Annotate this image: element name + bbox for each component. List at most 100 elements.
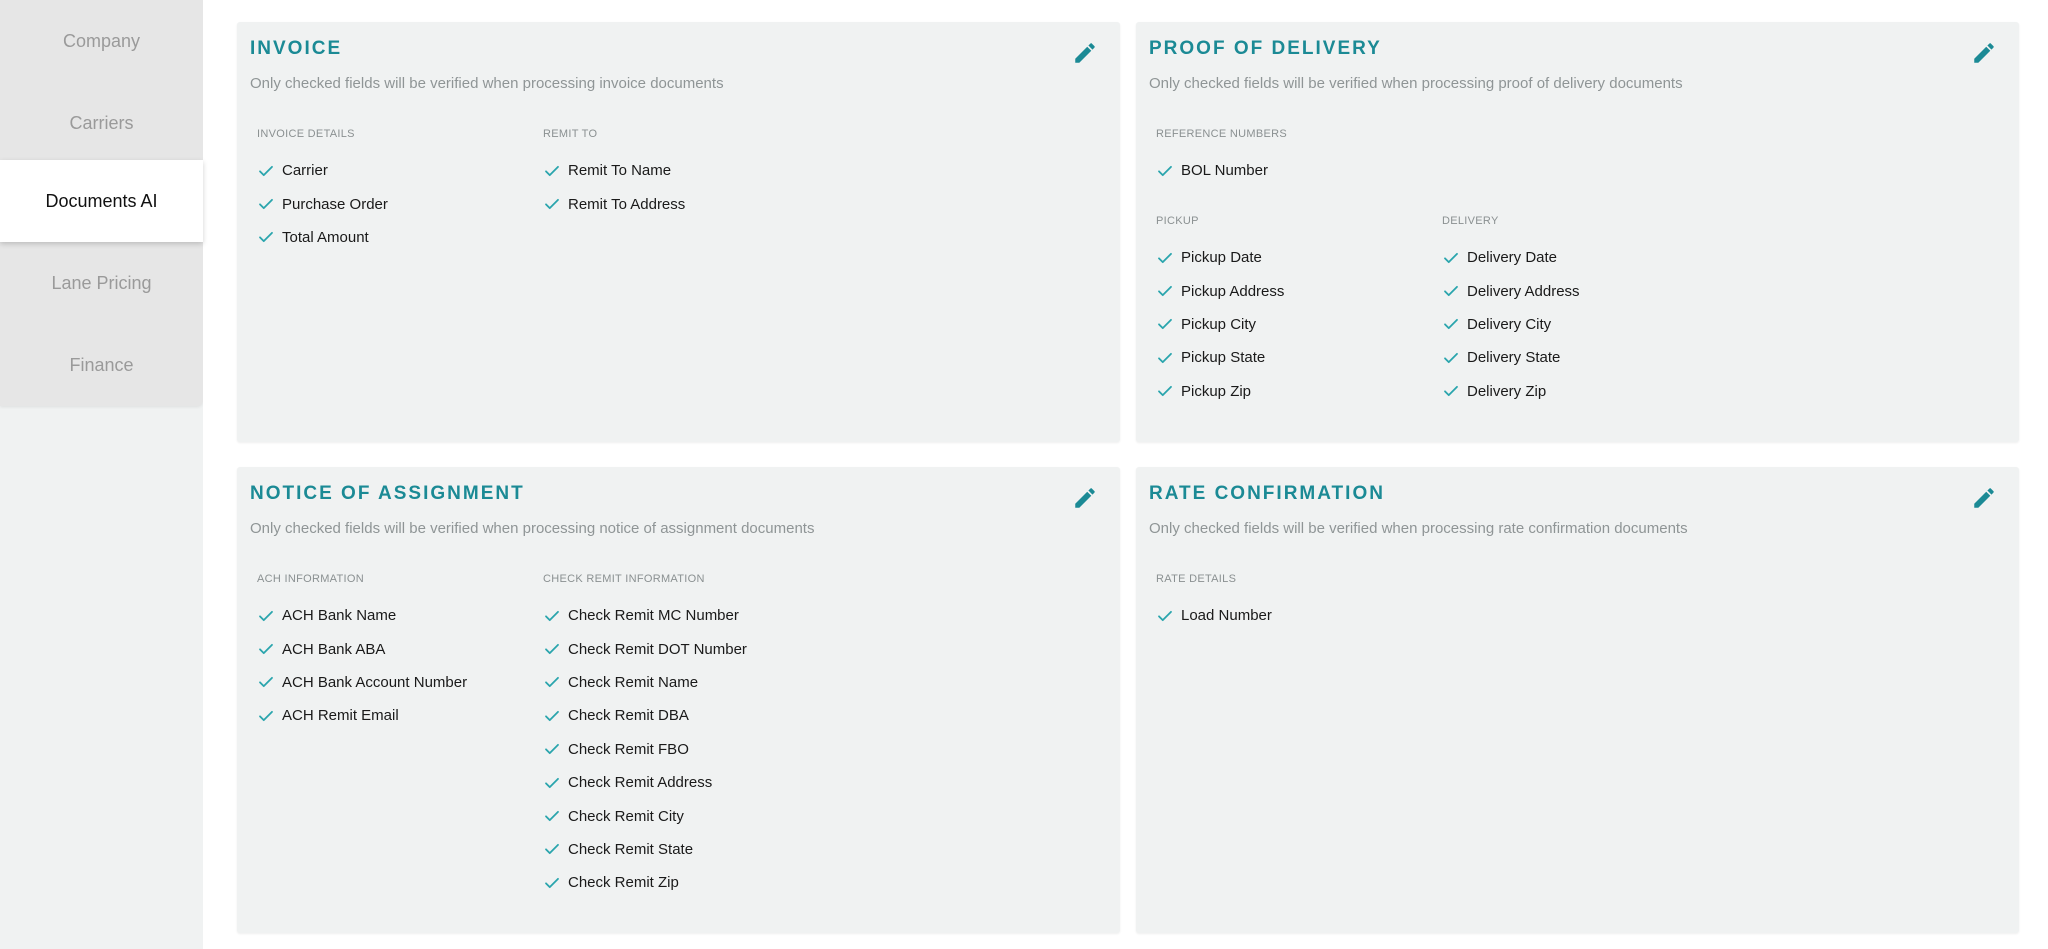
checkmark-icon bbox=[1444, 286, 1458, 297]
card-subtitle: Only checked fields will be verified whe… bbox=[250, 75, 724, 92]
checked-field: Check Remit MC Number bbox=[543, 599, 843, 632]
checkmark-icon bbox=[545, 677, 559, 688]
field-label: Remit To Address bbox=[568, 195, 686, 213]
field-label: Check Remit FBO bbox=[568, 740, 689, 758]
checkmark-icon bbox=[1158, 610, 1172, 621]
field-label: Check Remit DBA bbox=[568, 707, 689, 725]
checked-field: Total Amount bbox=[257, 221, 527, 254]
sidebar-item-lane-pricing[interactable]: Lane Pricing bbox=[0, 242, 203, 324]
checked-field: ACH Bank Name bbox=[257, 599, 527, 632]
checked-field: Delivery Address bbox=[1442, 274, 1712, 307]
field-group: DELIVERY Delivery Date Delivery Address Del… bbox=[1442, 215, 1712, 408]
field-label: Purchase Order bbox=[282, 195, 388, 213]
field-label: Check Remit City bbox=[568, 807, 684, 825]
sidebar-item-documents-ai[interactable]: Documents AI bbox=[0, 160, 203, 242]
checked-field: Check Remit Address bbox=[543, 766, 843, 799]
sidebar-item-company[interactable]: Company bbox=[0, 0, 203, 82]
field-label: Remit To Name bbox=[568, 162, 672, 180]
checkmark-icon bbox=[259, 677, 273, 688]
checked-field: Pickup State bbox=[1156, 341, 1426, 374]
field-label: Pickup State bbox=[1181, 349, 1266, 367]
pencil-icon[interactable] bbox=[1072, 485, 1098, 511]
field-group: CHECK REMIT INFORMATION Check Remit MC Nu… bbox=[543, 573, 843, 900]
card-subtitle: Only checked fields will be verified whe… bbox=[250, 520, 815, 537]
checked-field: Pickup Zip bbox=[1156, 375, 1426, 408]
pencil-icon[interactable] bbox=[1971, 40, 1997, 66]
sidebar-item-carriers[interactable]: Carriers bbox=[0, 82, 203, 164]
sidebar: Company Carriers Documents AI Lane Prici… bbox=[0, 0, 203, 406]
checkmark-icon bbox=[1158, 386, 1172, 397]
checked-field: BOL Number bbox=[1156, 154, 1426, 187]
checked-field: Remit To Address bbox=[543, 187, 813, 220]
field-group: ACH INFORMATION ACH Bank Name ACH Bank ABA… bbox=[257, 573, 527, 733]
field-label: Carrier bbox=[282, 162, 328, 180]
field-label: Pickup City bbox=[1181, 315, 1257, 333]
checked-field: Check Remit DBA bbox=[543, 699, 843, 732]
field-label: Check Remit MC Number bbox=[568, 607, 739, 625]
checkmark-icon bbox=[259, 610, 273, 621]
checked-field: Check Remit DOT Number bbox=[543, 632, 843, 665]
checked-field: Delivery City bbox=[1442, 308, 1712, 341]
field-label: Delivery Zip bbox=[1467, 382, 1547, 400]
field-label: Delivery Address bbox=[1467, 282, 1580, 300]
checked-field: Pickup Date bbox=[1156, 241, 1426, 274]
field-group: PICKUP Pickup Date Pickup Address Pickup Ci… bbox=[1156, 215, 1426, 408]
field-label: Delivery Date bbox=[1467, 249, 1558, 267]
checkmark-icon bbox=[1444, 252, 1458, 263]
checkmark-icon bbox=[545, 610, 559, 621]
field-group: REMIT TO Remit To Name Remit To Address bbox=[543, 128, 813, 221]
checkmark-icon bbox=[545, 844, 559, 855]
field-group: REFERENCE NUMBERS BOL Number bbox=[1156, 128, 1426, 187]
pencil-icon[interactable] bbox=[1072, 40, 1098, 66]
checkmark-icon bbox=[259, 232, 273, 243]
pencil-icon[interactable] bbox=[1971, 485, 1997, 511]
checkmark-icon bbox=[259, 644, 273, 655]
field-label: Check Remit DOT Number bbox=[568, 640, 747, 658]
card-title: NOTICE OF ASSIGNMENT bbox=[250, 483, 525, 504]
card-title: PROOF OF DELIVERY bbox=[1149, 38, 1382, 59]
field-label: Check Remit Zip bbox=[568, 874, 679, 892]
field-label: Pickup Address bbox=[1181, 282, 1285, 300]
group-header: ACH INFORMATION bbox=[257, 573, 364, 585]
card-subtitle: Only checked fields will be verified whe… bbox=[1149, 75, 1683, 92]
field-label: ACH Remit Email bbox=[282, 707, 399, 725]
group-header: PICKUP bbox=[1156, 215, 1199, 227]
checkmark-icon bbox=[545, 199, 559, 210]
group-header: INVOICE DETAILS bbox=[257, 128, 355, 140]
field-label: Total Amount bbox=[282, 228, 369, 246]
field-group: RATE DETAILS Load Number bbox=[1156, 573, 1426, 632]
checkmark-icon bbox=[1444, 386, 1458, 397]
field-label: Delivery State bbox=[1467, 349, 1561, 367]
field-group: INVOICE DETAILS Carrier Purchase Order Tota… bbox=[257, 128, 527, 254]
rate-confirmation-card: RATE CONFIRMATION Only checked fields wi… bbox=[1136, 467, 2019, 933]
field-label: ACH Bank Account Number bbox=[282, 673, 468, 691]
checkmark-icon bbox=[1158, 252, 1172, 263]
checked-field: ACH Bank ABA bbox=[257, 632, 527, 665]
checked-field: Delivery Zip bbox=[1442, 375, 1712, 408]
field-label: Check Remit Address bbox=[568, 774, 713, 792]
checkmark-icon bbox=[545, 877, 559, 888]
checked-field: ACH Bank Account Number bbox=[257, 666, 527, 699]
checked-field: Check Remit FBO bbox=[543, 733, 843, 766]
notice-of-assignment-card: NOTICE OF ASSIGNMENT Only checked fields… bbox=[237, 467, 1120, 933]
field-label: ACH Bank ABA bbox=[282, 640, 386, 658]
checkmark-icon bbox=[259, 165, 273, 176]
checked-field: Check Remit Name bbox=[543, 666, 843, 699]
invoice-card: INVOICE Only checked fields will be veri… bbox=[237, 22, 1120, 442]
checkmark-icon bbox=[1444, 352, 1458, 363]
checked-field: Delivery Date bbox=[1442, 241, 1712, 274]
card-title: RATE CONFIRMATION bbox=[1149, 483, 1385, 504]
group-header: CHECK REMIT INFORMATION bbox=[543, 573, 705, 585]
checkmark-icon bbox=[545, 644, 559, 655]
field-label: Pickup Date bbox=[1181, 249, 1262, 267]
proof-of-delivery-card: PROOF OF DELIVERY Only checked fields wi… bbox=[1136, 22, 2019, 442]
sidebar-item-finance[interactable]: Finance bbox=[0, 324, 203, 406]
group-header: DELIVERY bbox=[1442, 215, 1499, 227]
checkmark-icon bbox=[259, 710, 273, 721]
field-label: ACH Bank Name bbox=[282, 607, 397, 625]
checked-field: Carrier bbox=[257, 154, 527, 187]
checked-field: Remit To Name bbox=[543, 154, 813, 187]
checkmark-icon bbox=[1158, 165, 1172, 176]
checked-field: Purchase Order bbox=[257, 187, 527, 220]
field-label: BOL Number bbox=[1181, 162, 1268, 180]
